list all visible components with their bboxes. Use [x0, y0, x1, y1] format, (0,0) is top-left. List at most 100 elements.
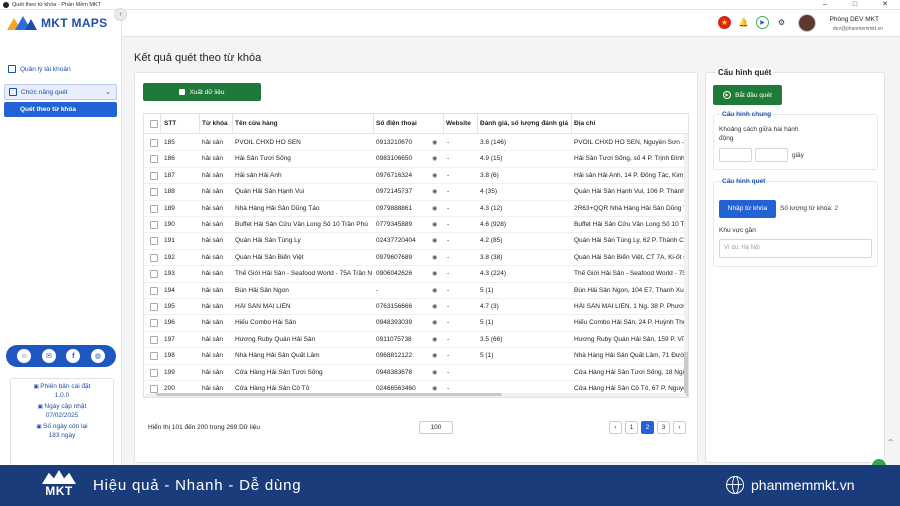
start-scan-button[interactable]: ▶ Bắt đầu quét — [713, 85, 782, 105]
excel-icon — [179, 89, 186, 95]
cell-phone: 0948393039 — [376, 319, 413, 327]
next-page-button[interactable]: › — [673, 421, 686, 434]
area-input[interactable]: Ví dụ: Hà Nội — [719, 239, 872, 258]
view-phone-eye-icon[interactable]: ◉ — [432, 385, 437, 392]
interval-min-input[interactable] — [719, 148, 752, 162]
support-icon[interactable]: ☺ — [17, 349, 32, 363]
row-checkbox[interactable] — [150, 286, 158, 295]
user-email: dev@phanmemmkt.vn — [832, 26, 883, 32]
table-row[interactable]: 198 hải sản Nhà Hàng Hải Sản Quất Lâm 09688… — [144, 348, 688, 365]
cell-address: Nhà Hàng Hải Sản Quất Lâm, 71 Đườn — [574, 352, 686, 360]
sidebar-item-keyword-scan[interactable]: Quét theo từ khóa — [4, 102, 117, 117]
collapse-sidebar-button[interactable]: ‹ — [114, 8, 127, 21]
mkt-logo: MKT — [38, 468, 80, 503]
table-row[interactable]: 188 hải sản Quán Hải Sản Hạnh Vui 097214573… — [144, 184, 688, 201]
minimize-icon[interactable]: – — [810, 0, 840, 10]
cell-rating: 4.2 (85) — [480, 237, 503, 245]
row-checkbox[interactable] — [150, 237, 158, 246]
view-phone-eye-icon[interactable]: ◉ — [432, 254, 437, 261]
table-row[interactable]: 197 hải sản Hương Ruby Quán Hải Sản 0911075… — [144, 332, 688, 349]
website-globe-icon[interactable]: ◍ — [90, 349, 105, 363]
view-phone-eye-icon[interactable]: ◉ — [432, 287, 437, 294]
view-phone-eye-icon[interactable]: ◉ — [432, 303, 437, 310]
sidebar-item-scan-features[interactable]: Chức năng quét ⌄ — [4, 84, 117, 100]
view-phone-eye-icon[interactable]: ◉ — [432, 237, 437, 244]
page-button-3[interactable]: 3 — [657, 421, 670, 434]
view-phone-eye-icon[interactable]: ◉ — [432, 336, 437, 343]
avatar[interactable] — [798, 14, 816, 32]
table-row[interactable]: 187 hải sản Hải sản Hải Anh 0976716324 - 3.8 … — [144, 168, 688, 185]
tutorial-play-icon[interactable]: ▶ — [756, 16, 769, 29]
table-row[interactable]: 194 hải sản Bún Hải Sản Ngon - - 5 (1) Bún Hải… — [144, 283, 688, 299]
bell-icon[interactable]: 🔔 — [737, 16, 750, 29]
chevron-down-icon: ⌄ — [105, 89, 111, 96]
view-phone-eye-icon[interactable]: ◉ — [432, 270, 437, 277]
messenger-icon[interactable]: ✉ — [41, 349, 56, 363]
row-checkbox[interactable] — [150, 368, 158, 377]
table-row[interactable]: 190 hải sản Buffet Hải Sản Cửu Vân Long Số… — [144, 217, 688, 234]
view-phone-eye-icon[interactable]: ◉ — [432, 319, 437, 326]
table-row[interactable]: 193 hải sản Thế Giới Hải Sản - Seafood Wor… — [144, 266, 688, 283]
row-checkbox[interactable] — [150, 221, 158, 229]
cell-rating: 5 (1) — [480, 286, 494, 294]
view-phone-eye-icon[interactable]: ◉ — [432, 139, 437, 146]
table-row[interactable]: 189 hải sản Nhà Hàng Hải Sản Dũng Táo 09798… — [144, 201, 688, 217]
cell-phone: - — [376, 286, 379, 294]
language-flag-icon[interactable]: ★ — [718, 16, 731, 29]
view-phone-eye-icon[interactable]: ◉ — [432, 221, 437, 228]
table-row[interactable]: 199 hải sản Cửa Hàng Hải Sản Tươi Sống 0948… — [144, 365, 688, 381]
cell-store-name: Buffet Hải Sản Cửu Vân Long Số 10 Trần P… — [235, 221, 368, 228]
cell-website: - — [447, 139, 450, 146]
row-checkbox[interactable] — [150, 171, 158, 180]
sidebar-item-account[interactable]: Quản lý tài khoản — [4, 62, 117, 76]
view-phone-eye-icon[interactable]: ◉ — [432, 205, 437, 212]
row-checkbox[interactable] — [150, 253, 158, 262]
cell-keyword: hải sản — [202, 385, 223, 392]
select-all-checkbox[interactable] — [150, 120, 158, 128]
table-row[interactable]: 192 hải sản Quán Hải Sản Biển Việt 09796076… — [144, 250, 688, 267]
remaining-days-value: 183 ngày — [48, 432, 76, 439]
page-button-2[interactable]: 2 — [641, 421, 654, 434]
maximize-icon[interactable]: □ — [840, 0, 870, 10]
row-checkbox[interactable] — [150, 188, 158, 197]
table-row[interactable]: 185 hải sản PVOIL CHXD HỒ SEN 0913210670 - 3.… — [144, 135, 688, 152]
page-button-1[interactable]: 1 — [625, 421, 638, 434]
page-title: Kết quả quét theo từ khóa — [134, 52, 262, 64]
export-data-button[interactable]: Xuất dữ liệu — [143, 83, 261, 101]
view-phone-eye-icon[interactable]: ◉ — [432, 369, 437, 376]
row-checkbox[interactable] — [150, 385, 158, 393]
table-vertical-scrollbar[interactable] — [684, 134, 688, 396]
row-checkbox[interactable] — [150, 335, 158, 344]
facebook-icon[interactable]: f — [66, 349, 81, 363]
cell-stt: 190 — [164, 221, 175, 228]
row-checkbox[interactable] — [150, 319, 158, 328]
table-row[interactable]: 191 hải sản Quán Hải Sản Tùng Ly 0243772040… — [144, 233, 688, 250]
row-checkbox[interactable] — [150, 139, 158, 147]
close-icon[interactable]: ✕ — [870, 0, 900, 10]
view-phone-eye-icon[interactable]: ◉ — [432, 352, 437, 359]
view-phone-eye-icon[interactable]: ◉ — [432, 172, 437, 179]
table-row[interactable]: 195 hải sản HẢI SẢN MAI LIÊN 0763156666 - 4.7… — [144, 299, 688, 316]
table-row[interactable]: 196 hải sản Hiếu Combo Hải Sản 0948393039 - 5… — [144, 315, 688, 332]
view-phone-eye-icon[interactable]: ◉ — [432, 155, 437, 162]
cell-address: Quán Hải Sản Hạnh Vui, 106 P. Thành C — [574, 188, 686, 196]
sidebar: MKT MAPS Quản lý tài khoản Chức năng qué… — [0, 10, 122, 473]
table-row[interactable]: 186 hải sản Hải Sản Tươi Sống 0983106650 - 4.… — [144, 151, 688, 168]
gear-icon[interactable]: ⚙ — [775, 16, 788, 29]
row-checkbox[interactable] — [150, 352, 158, 361]
keyword-count-value: 2 — [834, 205, 839, 212]
interval-max-input[interactable] — [755, 148, 788, 162]
table-horizontal-scrollbar[interactable] — [146, 393, 686, 396]
view-phone-eye-icon[interactable]: ◉ — [432, 188, 437, 195]
cell-address: Buffet Hải Sản Cửu Vân Long Số 10 Tr — [574, 221, 686, 228]
import-keywords-button[interactable]: Nhập từ khóa — [719, 200, 776, 218]
footer-banner: MKT Hiệu quả - Nhanh - Dễ dùng phanmemmk… — [0, 465, 900, 506]
expand-icon[interactable]: ⇔ — [887, 437, 894, 444]
prev-page-button[interactable]: ‹ — [609, 421, 622, 434]
row-checkbox[interactable] — [150, 155, 158, 164]
cell-rating: 4 (35) — [480, 188, 497, 196]
page-size-select[interactable]: 100 — [419, 421, 453, 434]
row-checkbox[interactable] — [150, 270, 158, 279]
row-checkbox[interactable] — [150, 204, 158, 213]
row-checkbox[interactable] — [150, 303, 158, 311]
